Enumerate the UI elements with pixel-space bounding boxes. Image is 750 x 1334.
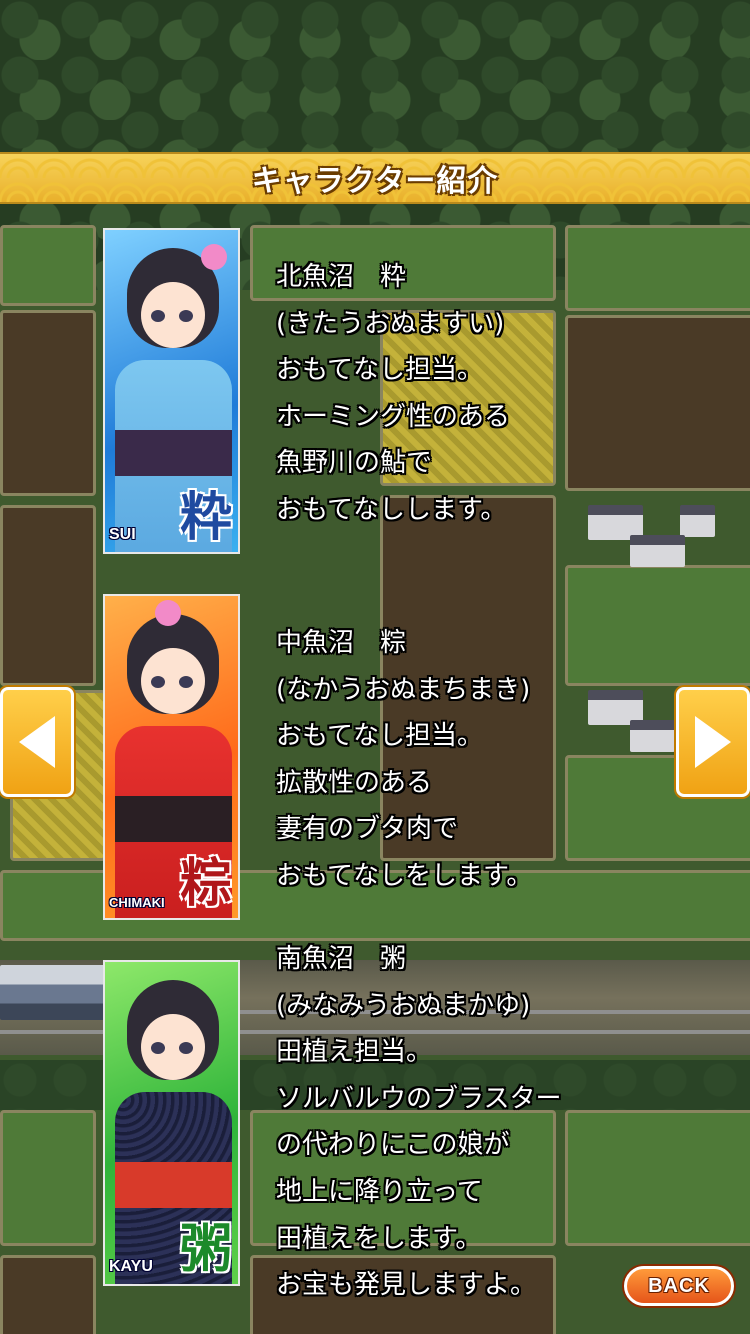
description-line: おもてなしします。 [276,494,507,525]
field-plot [565,225,750,311]
description-line: 田植えをします。 [276,1223,482,1254]
character-name: 南魚沼 粥 [276,944,407,974]
arrow-right-icon [695,716,731,768]
field-plot [565,565,750,686]
description-line: 田植え担当。 [276,1037,433,1068]
hair-flower-icon [201,244,227,270]
character-card-sui: SUI 粋 [103,228,240,554]
field-plot [0,1255,96,1334]
back-button[interactable]: BACK [624,1266,734,1306]
character-reading: (なかうおぬまちまき) [276,674,531,705]
character-eye [179,310,193,322]
character-eye [151,310,165,322]
field-plot [0,310,96,496]
character-eye [151,1042,165,1054]
card-kanji: 粥 [179,1219,232,1280]
page-title: キャラクター紹介 [251,164,499,199]
card-name-tag: SUI [109,526,136,543]
character-description-sui: 北魚沼 粋 (きたうおぬますい) おもてなし担当。 ホーミング性のある 魚野川の… [276,254,510,534]
card-kanji: 粽 [179,853,232,914]
character-card-kayu: KAYU 粥 [103,960,240,1286]
description-line: ホーミング性のある [276,401,511,432]
house [680,505,715,537]
character-eye [179,1042,193,1054]
character-card-chimaki: CHIMAKI 粽 [103,594,240,920]
house [630,535,685,567]
card-kanji: 粋 [179,487,232,548]
card-name-tag: KAYU [109,1258,153,1275]
description-line: の代わりにこの娘が [276,1130,510,1161]
header-banner: キャラクター紹介 [0,152,750,204]
description-line: 地上に降り立って [276,1176,483,1207]
character-name: 中魚沼 粽 [276,628,407,658]
field-plot [565,315,750,491]
character-obi [115,430,232,476]
house [630,720,675,752]
character-reading: (きたうおぬますい) [276,308,505,339]
card-name-tag: CHIMAKI [109,895,165,910]
field-plot [0,505,96,686]
description-line: 魚野川の鮎で [276,448,433,479]
arrow-left-icon [19,716,55,768]
field-plot [0,225,96,306]
character-obi [115,796,232,842]
character-description-chimaki: 中魚沼 粽 (なかうおぬまちまき) おもてなし担当。 拡散性のある 妻有のブタ肉… [276,620,532,900]
character-obi [115,1162,232,1208]
description-line: 妻有のブタ肉で [276,814,459,845]
next-page-button[interactable] [676,687,750,797]
description-line: おもてなし担当。 [276,721,483,752]
character-reading: (みなみうおぬまかゆ) [276,990,531,1021]
character-eye [179,676,193,688]
character-description-kayu: 南魚沼 粥 (みなみうおぬまかゆ) 田植え担当。 ソルバルウのブラスター の代わ… [276,936,561,1309]
description-line: ソルバルウのブラスター [276,1083,562,1114]
description-line: 拡散性のある [276,767,433,798]
character-name: 北魚沼 粋 [276,262,407,292]
description-line: おもてなし担当。 [276,355,483,386]
description-line: お宝も発見しますよ。 [276,1270,537,1301]
train [0,965,110,1020]
prev-page-button[interactable] [0,687,74,797]
hair-flower-icon [155,600,181,626]
character-eye [151,676,165,688]
field-plot [565,1110,750,1246]
field-plot [0,1110,96,1246]
description-line: おもてなしをします。 [276,860,533,891]
